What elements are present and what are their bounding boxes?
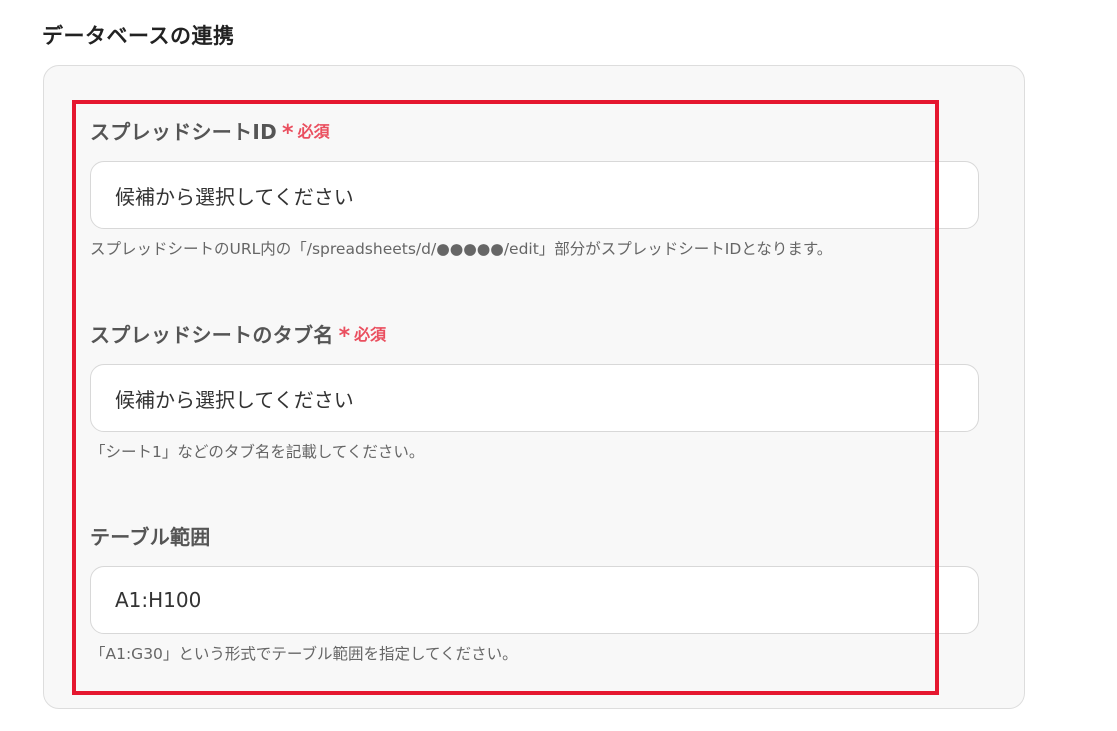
section-title: データベースの連携 (42, 24, 235, 48)
sheet-tab-name-field: スプレッドシートのタブ名 * 必須 候補から選択してください 「シート1」などの… (90, 318, 979, 462)
sheet-tab-name-hint: 「シート1」などのタブ名を記載してください。 (90, 443, 425, 461)
spreadsheet-id-select[interactable]: 候補から選択してください (90, 161, 979, 229)
table-range-label-row: テーブル範囲 (90, 520, 979, 550)
spreadsheet-id-label-row: スプレッドシートID * 必須 (90, 115, 979, 146)
required-badge: 必須 (354, 325, 387, 344)
table-range-label: テーブル範囲 (90, 524, 211, 549)
table-range-hint: 「A1:G30」という形式でテーブル範囲を指定してください。 (90, 645, 518, 663)
sheet-tab-name-label-row: スプレッドシートのタブ名 * 必須 (90, 318, 979, 349)
spreadsheet-id-field: スプレッドシートID * 必須 候補から選択してください スプレッドシートのUR… (90, 115, 979, 259)
spreadsheet-id-hint: スプレッドシートのURL内の「/spreadsheets/d/●●●●●/edi… (90, 240, 833, 258)
sheet-tab-name-label: スプレッドシートのタブ名 (90, 322, 334, 347)
spreadsheet-id-label: スプレッドシートID (90, 119, 278, 144)
required-badge: 必須 (297, 122, 330, 141)
table-range-field: テーブル範囲 A1:H100 「A1:G30」という形式でテーブル範囲を指定して… (90, 520, 979, 664)
required-asterisk-icon: * (338, 323, 351, 349)
sheet-tab-name-select[interactable]: 候補から選択してください (90, 364, 979, 432)
table-range-input[interactable]: A1:H100 (90, 566, 979, 634)
required-asterisk-icon: * (282, 120, 294, 146)
